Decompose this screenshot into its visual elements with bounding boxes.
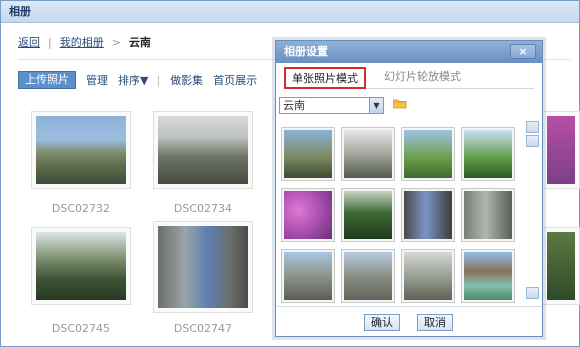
grid-photo[interactable]: [281, 127, 335, 181]
dialog-title: 相册设置 ×: [276, 41, 542, 63]
photo-image: [547, 232, 575, 300]
photo-thumbnail[interactable]: [31, 227, 131, 305]
photo-thumbnail[interactable]: [153, 111, 253, 189]
photo-image: [158, 226, 248, 308]
upload-button[interactable]: 上传照片: [18, 71, 76, 89]
back-link[interactable]: 返回: [18, 34, 40, 50]
grid-photo[interactable]: [341, 249, 395, 303]
toolbar-separator: |: [156, 73, 161, 87]
grid-photo[interactable]: [401, 188, 455, 242]
grid-photo[interactable]: [341, 127, 395, 181]
grid-photo[interactable]: [401, 249, 455, 303]
scroll-up-button[interactable]: [526, 121, 539, 133]
slideshow-link[interactable]: 做影集: [170, 72, 203, 88]
photo-image: [36, 116, 126, 184]
photo-thumbnail[interactable]: [542, 227, 580, 305]
album-select[interactable]: 云南 ▼: [279, 97, 384, 114]
photo-thumbnail[interactable]: [31, 111, 131, 189]
grid-photo[interactable]: [281, 188, 335, 242]
photo-thumbnail[interactable]: [542, 111, 580, 189]
photo-image: [36, 232, 126, 300]
dialog-title-text: 相册设置: [284, 45, 328, 58]
breadcrumb-separator: |: [48, 35, 52, 49]
grid-photo[interactable]: [341, 188, 395, 242]
chevron-down-icon[interactable]: ▼: [369, 98, 383, 113]
window-title: 相册: [1, 1, 579, 23]
grid-photo[interactable]: [281, 249, 335, 303]
scroll-thumb[interactable]: [526, 135, 539, 147]
toolbar: 上传照片 管理 排序▼ | 做影集 首页展示: [18, 71, 257, 89]
photo-image: [547, 116, 575, 184]
sort-dropdown[interactable]: 排序▼: [118, 72, 148, 88]
dialog-tabs: 单张照片模式 幻灯片轮放模式: [284, 67, 534, 89]
breadcrumb: 返回 | 我的相册 > 云南: [18, 33, 151, 51]
my-albums-link[interactable]: 我的相册: [60, 34, 104, 50]
tab-slideshow[interactable]: 幻灯片轮放模式: [378, 67, 467, 89]
close-button[interactable]: ×: [510, 44, 536, 59]
grid-photo[interactable]: [461, 188, 515, 242]
album-select-value: 云南: [283, 99, 305, 112]
manage-link[interactable]: 管理: [86, 72, 108, 88]
grid-photo[interactable]: [461, 127, 515, 181]
breadcrumb-arrow: >: [111, 35, 121, 49]
photo-image: [158, 116, 248, 184]
tab-single-photo[interactable]: 单张照片模式: [284, 67, 366, 89]
photo-grid: [281, 127, 519, 303]
cancel-button[interactable]: 取消: [417, 314, 453, 331]
album-settings-dialog: 相册设置 × 单张照片模式 幻灯片轮放模式 云南 ▼ 确认 取消: [275, 40, 543, 337]
confirm-button[interactable]: 确认: [364, 314, 400, 331]
photo-caption: DSC02745: [51, 322, 111, 335]
current-album: 云南: [128, 36, 151, 49]
homepage-link[interactable]: 首页展示: [213, 72, 257, 88]
photo-thumbnail[interactable]: [153, 221, 253, 313]
photo-caption: DSC02747: [173, 322, 233, 335]
folder-icon[interactable]: [393, 98, 407, 109]
grid-photo[interactable]: [401, 127, 455, 181]
photo-caption: DSC02732: [51, 202, 111, 215]
scroll-down-button[interactable]: [526, 287, 539, 299]
grid-photo[interactable]: [461, 249, 515, 303]
scrollbar[interactable]: [526, 121, 539, 299]
photo-caption: DSC02734: [173, 202, 233, 215]
dialog-footer: 确认 取消: [276, 306, 542, 336]
